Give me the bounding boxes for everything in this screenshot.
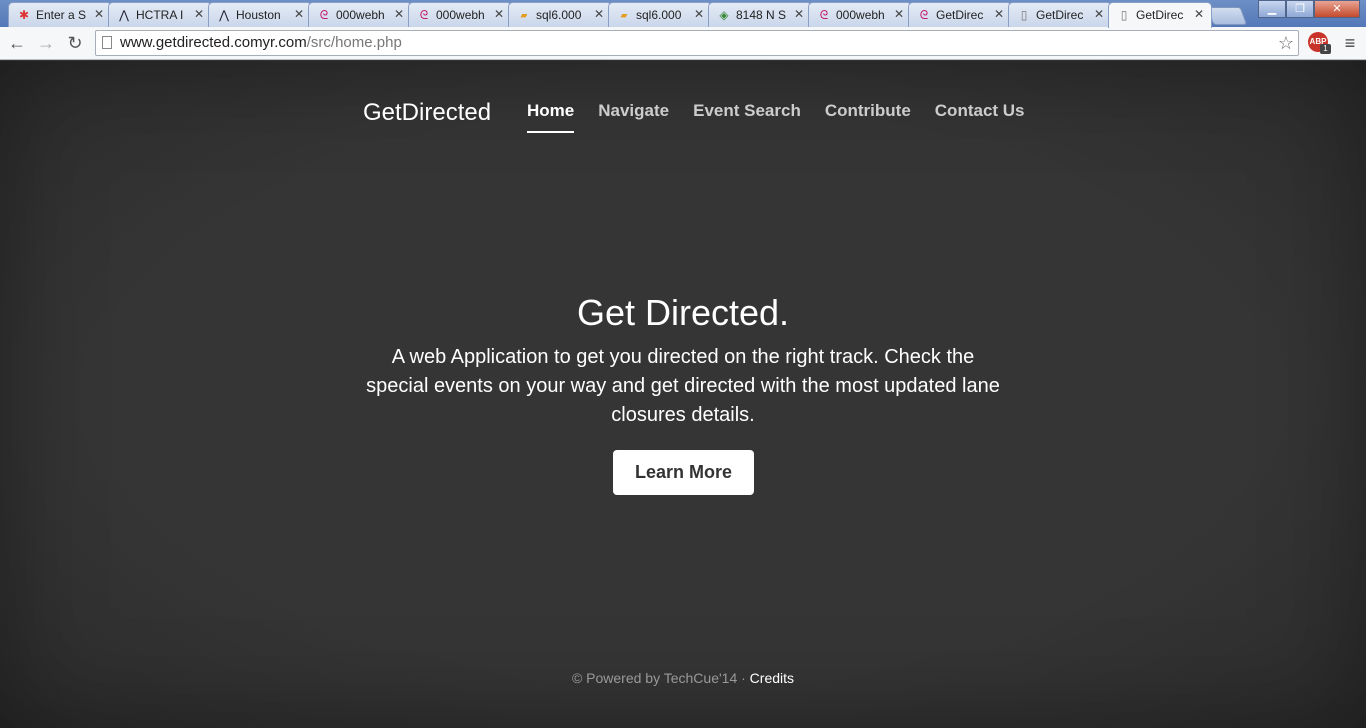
- phpmyadmin-icon: ▰: [520, 10, 528, 20]
- nav-contribute[interactable]: Contribute: [825, 101, 911, 133]
- tab-title: GetDirec: [936, 8, 984, 22]
- tab-close-icon[interactable]: ✕: [294, 7, 304, 21]
- tab-close-icon[interactable]: ✕: [794, 7, 804, 21]
- tab-close-icon[interactable]: ✕: [994, 7, 1004, 21]
- nav-contact-us[interactable]: Contact Us: [935, 101, 1025, 133]
- colorful-pinwheel-icon: ✱: [18, 8, 30, 22]
- swirl-icon: ᘓ: [819, 8, 829, 22]
- reload-button[interactable]: ↻: [64, 32, 86, 54]
- browser-tab[interactable]: ▰ sql6.000 ✕: [608, 2, 712, 27]
- tab-title: Enter a S: [36, 8, 87, 22]
- tab-close-icon[interactable]: ✕: [394, 7, 404, 21]
- footer: © Powered by TechCue'14 · Credits: [0, 670, 1366, 686]
- browser-tab[interactable]: ◈ 8148 N S ✕: [708, 2, 812, 27]
- back-arrow-icon: ←: [8, 33, 26, 53]
- tab-title: Houston: [236, 8, 281, 22]
- nav-event-search[interactable]: Event Search: [693, 101, 801, 133]
- tab-close-icon[interactable]: ✕: [194, 7, 204, 21]
- browser-tabstrip: ✱ Enter a S ✕ ⋀ HCTRA I ✕ ⋀ Houston ✕ ᘓ …: [0, 0, 1366, 28]
- maps-icon: ◈: [719, 8, 729, 22]
- site-nav: Home Navigate Event Search Contribute Co…: [527, 101, 1049, 133]
- page-icon: ▯: [1120, 8, 1128, 22]
- hctra-logo-icon: ⋀: [219, 8, 229, 22]
- url-path: /src/home.php: [306, 34, 402, 51]
- url-host: www.getdirected.comyr.com: [120, 34, 307, 51]
- minimize-button[interactable]: ▁: [1258, 0, 1286, 18]
- page-icon: [102, 36, 112, 49]
- maximize-button[interactable]: ❐: [1286, 0, 1314, 18]
- url-text[interactable]: www.getdirected.comyr.com/src/home.php: [120, 35, 402, 51]
- tab-close-icon[interactable]: ✕: [1194, 7, 1204, 21]
- tab-title: 000webh: [336, 8, 385, 22]
- tab-title: HCTRA I: [136, 8, 184, 22]
- phpmyadmin-icon: ▰: [620, 10, 628, 20]
- browser-tab-active[interactable]: ▯ GetDirec ✕: [1108, 2, 1212, 28]
- swirl-icon: ᘓ: [319, 8, 329, 22]
- forward-button[interactable]: →: [35, 32, 57, 54]
- browser-menu-icon[interactable]: ≡: [1340, 32, 1360, 54]
- hero-title: Get Directed.: [576, 292, 790, 333]
- learn-more-button[interactable]: Learn More: [613, 450, 754, 495]
- nav-navigate[interactable]: Navigate: [598, 101, 669, 133]
- close-window-button[interactable]: ✕: [1314, 0, 1360, 18]
- browser-tab[interactable]: ᘓ 000webh ✕: [408, 2, 512, 27]
- window-controls: ▁ ❐ ✕: [1258, 0, 1360, 18]
- page-content: GetDirected Home Navigate Event Search C…: [0, 61, 1366, 728]
- tab-close-icon[interactable]: ✕: [94, 7, 104, 21]
- tab-title: GetDirec: [1136, 8, 1184, 22]
- reload-icon: ↻: [67, 33, 83, 53]
- tab-close-icon[interactable]: ✕: [694, 7, 704, 21]
- tab-title: 000webh: [436, 8, 485, 22]
- browser-tab[interactable]: ᘓ 000webh ✕: [808, 2, 912, 27]
- new-tab-button[interactable]: [1206, 7, 1248, 25]
- footer-text: © Powered by TechCue'14 ·: [571, 670, 750, 686]
- site-brand[interactable]: GetDirected: [363, 99, 491, 127]
- tab-title: sql6.000: [536, 8, 582, 22]
- credits-link[interactable]: Credits: [750, 670, 794, 686]
- back-button[interactable]: ←: [6, 32, 28, 54]
- nav-home[interactable]: Home: [527, 101, 575, 133]
- page-icon: ▯: [1020, 8, 1028, 22]
- browser-tab[interactable]: ᘓ GetDirec ✕: [908, 2, 1012, 27]
- tab-close-icon[interactable]: ✕: [494, 7, 504, 21]
- browser-tab[interactable]: ▯ GetDirec ✕: [1008, 2, 1112, 27]
- address-bar[interactable]: www.getdirected.comyr.com/src/home.php ☆: [95, 30, 1299, 56]
- browser-tab[interactable]: ▰ sql6.000 ✕: [508, 2, 612, 27]
- tab-title: sql6.000: [636, 8, 682, 22]
- tab-close-icon[interactable]: ✕: [894, 7, 904, 21]
- tab-close-icon[interactable]: ✕: [1094, 7, 1104, 21]
- swirl-icon: ᘓ: [919, 8, 929, 22]
- tab-close-icon[interactable]: ✕: [594, 7, 604, 21]
- forward-arrow-icon: →: [37, 33, 55, 53]
- browser-tab[interactable]: ✱ Enter a S ✕: [8, 2, 112, 27]
- adblock-count-badge: 1: [1320, 44, 1331, 54]
- browser-toolbar: ← → ↻ www.getdirected.comyr.com/src/home…: [0, 27, 1366, 60]
- browser-tab[interactable]: ⋀ Houston ✕: [208, 2, 312, 27]
- swirl-icon: ᘓ: [419, 8, 429, 22]
- tab-title: 8148 N S: [736, 8, 787, 22]
- browser-tab[interactable]: ⋀ HCTRA I ✕: [108, 2, 212, 27]
- tab-title: GetDirec: [1036, 8, 1084, 22]
- bookmark-star-icon[interactable]: ☆: [1278, 33, 1294, 53]
- browser-tab[interactable]: ᘓ 000webh ✕: [308, 2, 412, 27]
- hctra-logo-icon: ⋀: [119, 8, 129, 22]
- tab-title: 000webh: [836, 8, 885, 22]
- hero-description: A web Application to get you directed on…: [366, 346, 1000, 426]
